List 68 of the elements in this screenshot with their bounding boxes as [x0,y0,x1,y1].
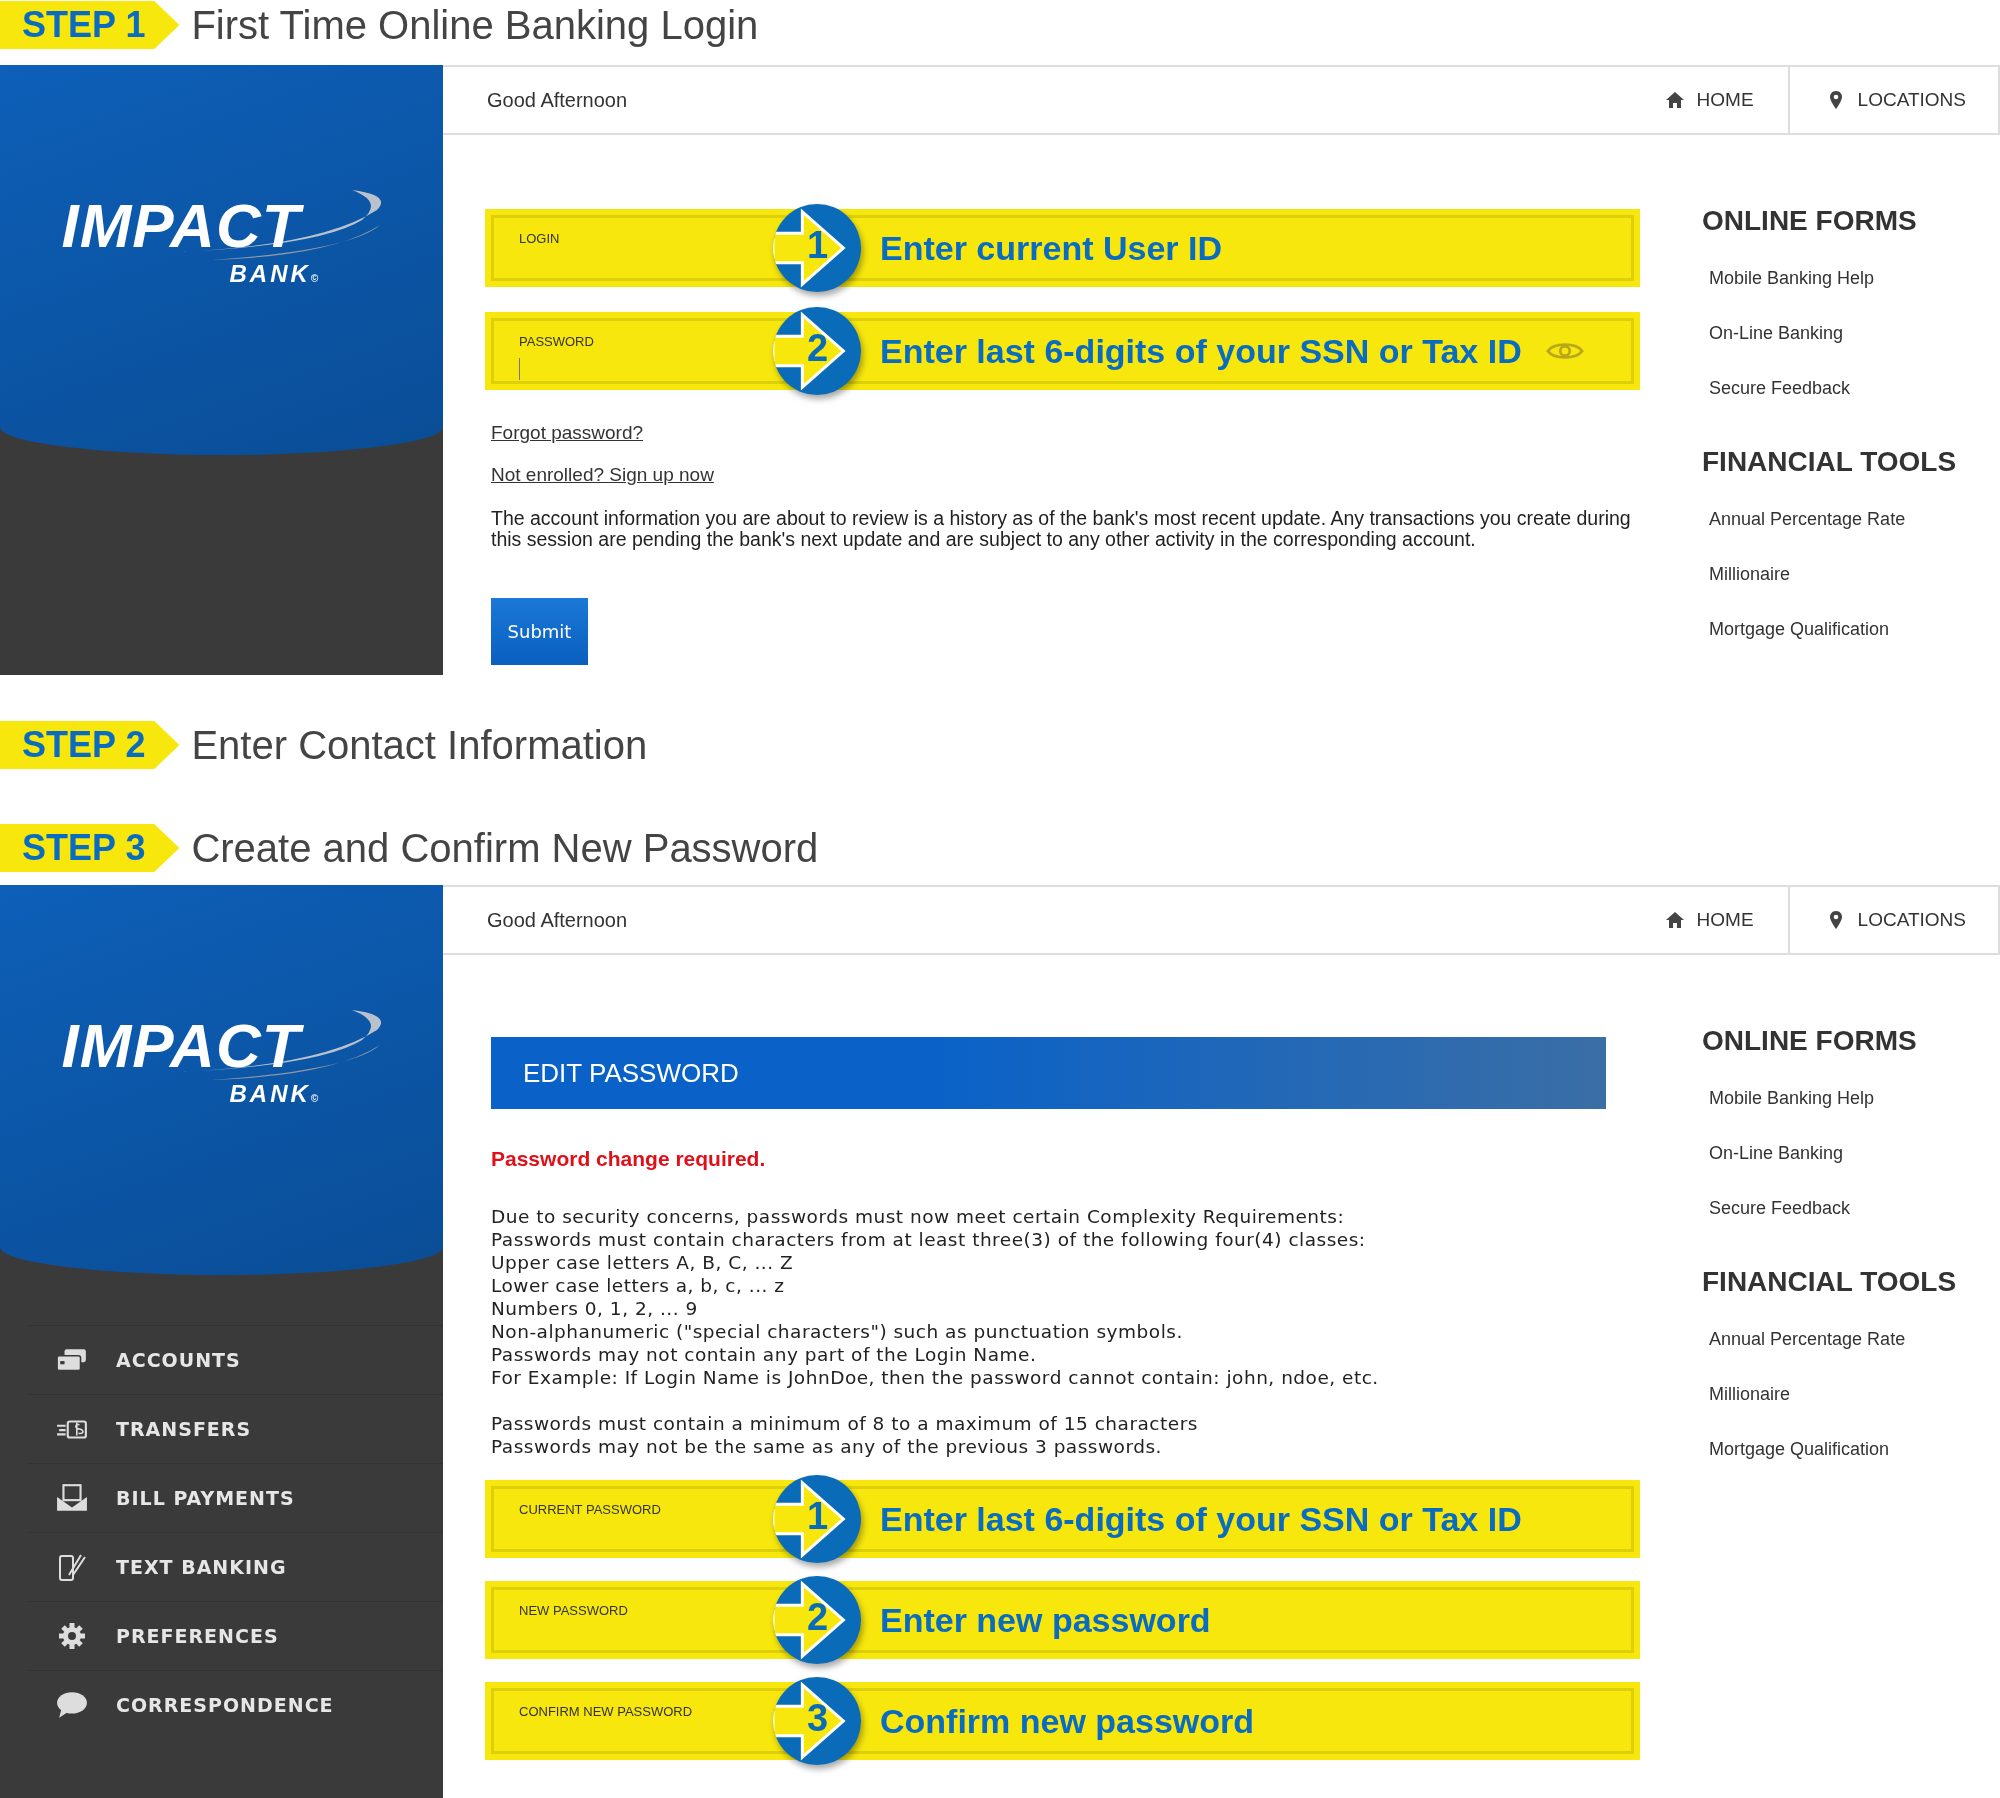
alert-text: Password change required. [491,1147,767,1171]
bank-logo: IMPACT BANK© [51,1010,392,1120]
section-heading: ONLINE FORMS [1702,1025,1917,1057]
text-link[interactable]: Not enrolled? Sign up now [491,464,714,486]
section-heading: ONLINE FORMS [1702,205,1917,237]
instruction-text: Enter last 6-digits of your SSN or Tax ID [880,1500,1522,1539]
field-label: LOGIN [519,231,560,246]
side-link[interactable]: Millionaire [1709,1367,1791,1422]
top-nav-link[interactable]: LOCATIONS [1787,887,2000,953]
requirement-line: Passwords may not be the same as any of the previous 3 passwords. [491,1435,1163,1458]
field-label: NEW PASSWORD [519,1603,628,1618]
side-link[interactable]: Annual Percentage Rate [1709,492,1906,547]
speech-bubble-icon [56,1691,88,1719]
notice-text: The account information you are about to review is a history as of the bank's most recent update. Any transactions you create during this session are pending the bank's next update and are subject to any other activity in the corresponding account. [491,508,1632,550]
top-nav-link[interactable]: HOME [1630,887,1788,953]
sidebar-menu-item[interactable]: TRANSFERS [28,1394,443,1463]
step-badge: STEP 2 [0,721,180,769]
submit-button[interactable]: Submit [491,598,588,665]
step-title: Create and Confirm New Password [191,825,819,871]
instruction-text: Enter last 6-digits of your SSN or Tax ID [880,332,1522,371]
section-heading: FINANCIAL TOOLS [1702,1266,1957,1298]
side-link[interactable]: Secure Feedback [1709,361,1851,416]
panel-header: EDIT PASSWORD [491,1037,1606,1109]
requirement-line: Non-alphanumeric ("special characters") such as punctuation symbols. [491,1320,1184,1343]
requirement-line: Passwords must contain characters from at least three(3) of the following four(4) classes: [491,1228,1367,1251]
greeting-text: Good Afternoon [487,908,628,932]
field-label: CONFIRM NEW PASSWORD [519,1704,693,1719]
side-link[interactable]: Mobile Banking Help [1709,1071,1875,1126]
settings-icon [56,1622,88,1650]
text-link[interactable]: Forgot password? [491,422,644,444]
bank-logo: IMPACT BANK© [51,190,392,300]
instruction-text: Enter current User ID [880,229,1222,268]
requirement-line: Lower case letters a, b, c, ... z [491,1274,786,1297]
step-title: Enter Contact Information [191,722,648,768]
instruction-text: Confirm new password [880,1702,1255,1741]
instruction-text: Enter new password [880,1601,1211,1640]
side-link[interactable]: On-Line Banking [1709,306,1844,361]
sidebar-menu-item[interactable]: BILL PAYMENTS [28,1463,443,1532]
side-link[interactable]: On-Line Banking [1709,1126,1844,1181]
requirement-line: Due to security concerns, passwords must now meet certain Complexity Requirements: [491,1205,1346,1228]
sidebar-menu-item[interactable]: PREFERENCES [28,1601,443,1670]
requirement-line: Passwords may not contain any part of the Login Name. [491,1343,1038,1366]
requirement-line: Passwords must contain a minimum of 8 to a maximum of 15 characters [491,1412,1199,1435]
requirement-line: Numbers 0, 1, 2, ... 9 [491,1297,699,1320]
step-title: First Time Online Banking Login [191,2,759,48]
section-heading: FINANCIAL TOOLS [1702,446,1957,478]
requirement-line: For Example: If Login Name is JohnDoe, then the password cannot contain: john, ndoe, etc. [491,1366,1380,1389]
sidebar-menu-item[interactable]: CORRESPONDENCE [28,1670,443,1739]
requirement-line: Upper case letters A, B, C, ... Z [491,1251,795,1274]
home-icon [1664,910,1685,930]
side-link[interactable]: Mobile Banking Help [1709,251,1875,306]
field-label: CURRENT PASSWORD [519,1502,661,1517]
side-link[interactable]: Millionaire [1709,547,1791,602]
side-link[interactable]: Mortgage Qualification [1709,602,1890,657]
step-badge: STEP 1 [0,1,180,49]
home-icon [1664,90,1685,110]
side-link[interactable]: Secure Feedback [1709,1181,1851,1236]
sidebar-menu-item[interactable]: ACCOUNTS [28,1325,443,1394]
bill-envelope-icon [56,1484,88,1512]
field-label: PASSWORD [519,334,594,349]
phone-icon [56,1553,88,1581]
step-badge: STEP 3 [0,824,180,872]
sidebar-menu-item[interactable]: TEXT BANKING [28,1532,443,1601]
top-nav-link[interactable]: LOCATIONS [1787,67,2000,133]
side-link[interactable]: Mortgage Qualification [1709,1422,1890,1477]
greeting-text: Good Afternoon [487,88,628,112]
side-link[interactable]: Annual Percentage Rate [1709,1312,1906,1367]
top-nav-link[interactable]: HOME [1630,67,1788,133]
